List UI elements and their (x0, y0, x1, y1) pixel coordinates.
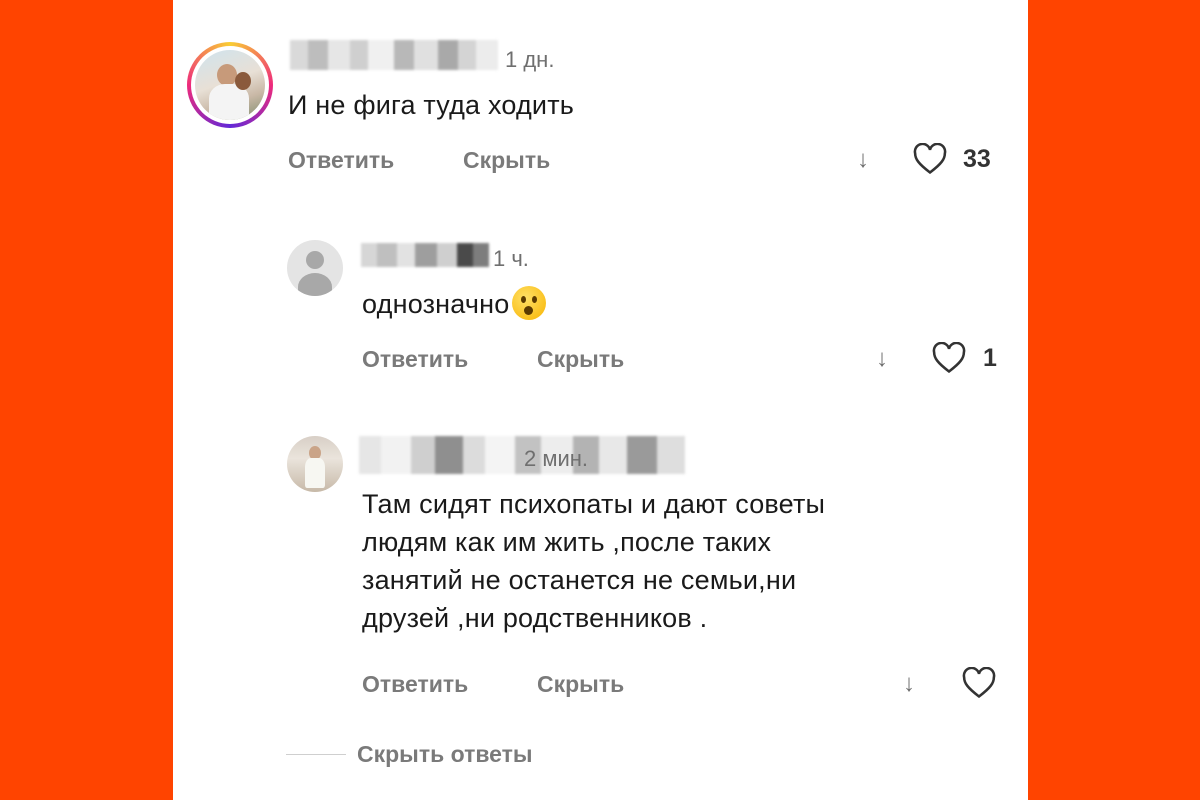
comment-text-line: друзей ,ни родственников . (362, 603, 708, 633)
hide-button[interactable]: Скрыть (537, 346, 624, 373)
reply-button[interactable]: Ответить (362, 671, 468, 698)
blurred-username[interactable] (359, 436, 685, 474)
blurred-username[interactable] (290, 40, 498, 70)
reply-button[interactable]: Ответить (288, 147, 394, 174)
down-arrow-icon[interactable]: ↓ (903, 670, 915, 698)
hide-button[interactable]: Скрыть (463, 147, 550, 174)
comment-time: 1 ч. (493, 246, 529, 271)
heart-icon[interactable] (932, 342, 966, 374)
comment-text: однозначно (362, 285, 546, 323)
avatar[interactable] (287, 436, 343, 492)
down-arrow-icon[interactable]: ↓ (857, 146, 869, 174)
blurred-username[interactable] (361, 243, 489, 267)
avatar-story-ring[interactable] (187, 42, 273, 128)
comment-text: И не фига туда ходить (288, 90, 575, 120)
comment-text: Там сидят психопаты и дают советы людям … (362, 485, 825, 637)
like-count: 33 (963, 145, 991, 173)
divider (286, 754, 346, 755)
comment-time: 1 дн. (505, 47, 555, 72)
heart-icon[interactable] (962, 667, 996, 699)
astonished-emoji-icon (511, 286, 546, 320)
comment-text-line: занятий не останется не семьи,ни (362, 565, 797, 595)
like-count: 1 (983, 344, 997, 372)
hide-button[interactable]: Скрыть (537, 671, 624, 698)
comment-text-content: однозначно (362, 289, 510, 319)
comment-time: 2 мин. (524, 446, 589, 471)
reply-button[interactable]: Ответить (362, 346, 468, 373)
down-arrow-icon[interactable]: ↓ (876, 345, 888, 373)
comment-text-line: Там сидят психопаты и дают советы (362, 489, 826, 519)
default-avatar-icon[interactable] (287, 240, 343, 296)
comments-panel: 1 дн. И не фига туда ходить Ответить Скр… (173, 0, 1028, 800)
comment-text-line: людям как им жить ,после таких (362, 527, 772, 557)
heart-icon[interactable] (913, 143, 947, 175)
avatar (195, 50, 265, 120)
hide-replies-button[interactable]: Скрыть ответы (357, 741, 533, 768)
